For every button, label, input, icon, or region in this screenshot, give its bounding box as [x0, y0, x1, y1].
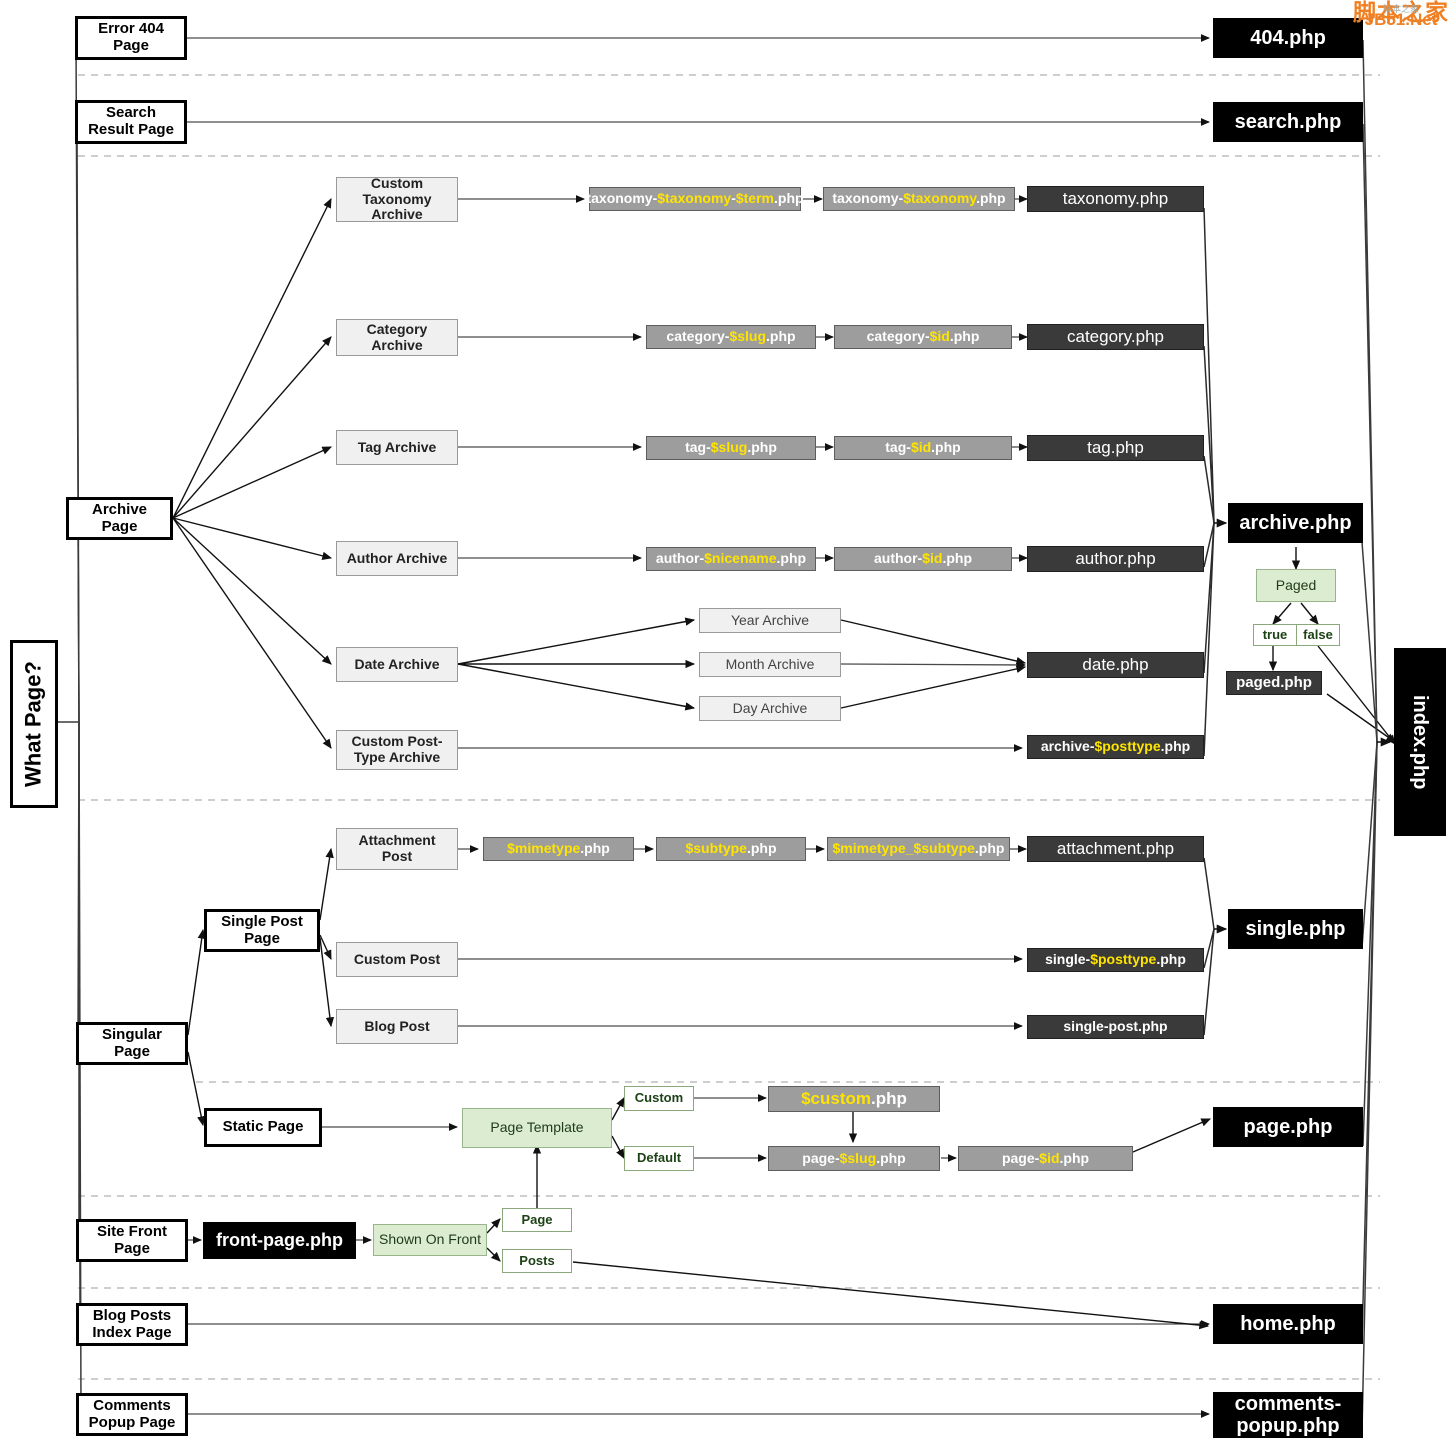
template-front-page-php[interactable]: front-page.php — [203, 1222, 356, 1259]
template-custom-php[interactable]: $custom.php — [768, 1086, 940, 1112]
question-static-page[interactable]: Static Page — [204, 1108, 322, 1147]
chip-text: $custom.php — [801, 1089, 907, 1109]
template-tag-php[interactable]: tag.php — [1027, 435, 1204, 461]
watermark-cn: 脚本之家 — [1353, 0, 1449, 26]
chip-text: taxonomy-$taxonomy-$term.php — [586, 190, 804, 207]
subtype-custom-post-type-archive[interactable]: Custom Post- Type Archive — [336, 730, 458, 770]
chip-text: category-$slug.php — [666, 328, 796, 345]
chip-text: page-$id.php — [1001, 1149, 1090, 1166]
condition-page-template[interactable]: Page Template — [462, 1108, 612, 1148]
template-subtype-php[interactable]: $subtype.php — [656, 837, 806, 861]
subtype-blog-post[interactable]: Blog Post — [336, 1009, 458, 1044]
subtype-tag-archive[interactable]: Tag Archive — [336, 430, 458, 465]
subtype-custom-taxonomy-archive[interactable]: Custom Taxonomy Archive — [336, 175, 458, 222]
chip-text: author-$id.php — [874, 550, 972, 567]
template-category-id-php[interactable]: category-$id.php — [834, 325, 1012, 349]
condition-shown-on-front[interactable]: Shown On Front — [373, 1224, 487, 1256]
option-page-template-custom[interactable]: Custom — [624, 1086, 694, 1111]
chip-text: archive-$posttype.php — [1040, 738, 1191, 755]
wp-template-hierarchy-diagram: What Page? Error 404 Page Search Result … — [0, 0, 1453, 1443]
question-comments-popup-page[interactable]: Comments Popup Page — [76, 1393, 188, 1436]
chip-text: $mimetype_$subtype.php — [832, 840, 1005, 857]
condition-paged[interactable]: Paged — [1256, 569, 1336, 602]
question-error-404-page[interactable]: Error 404 Page — [75, 16, 187, 60]
final-archive-php[interactable]: archive.php — [1228, 503, 1363, 543]
chip-text: $subtype.php — [685, 840, 777, 857]
template-category-slug-php[interactable]: category-$slug.php — [646, 325, 816, 349]
chip-text: taxonomy-$taxonomy.php — [832, 190, 1006, 207]
template-taxonomy-taxonomy-php[interactable]: taxonomy-$taxonomy.php — [823, 187, 1015, 211]
question-blog-posts-index-page[interactable]: Blog Posts Index Page — [76, 1303, 188, 1346]
chip-text: single-$posttype.php — [1045, 951, 1186, 968]
option-page-template-default[interactable]: Default — [624, 1146, 694, 1171]
final-index-php[interactable]: index.php — [1394, 648, 1446, 836]
template-author-php[interactable]: author.php — [1027, 546, 1204, 572]
template-mimetype-subtype-php[interactable]: $mimetype_$subtype.php — [827, 837, 1010, 861]
final-home-php[interactable]: home.php — [1213, 1304, 1363, 1344]
template-author-id-php[interactable]: author-$id.php — [834, 547, 1012, 571]
chip-text: tag-$slug.php — [685, 439, 777, 456]
watermark-tiny: 脚本之家 — [1382, 4, 1419, 14]
final-page-php[interactable]: page.php — [1213, 1107, 1363, 1147]
subtype-date-archive[interactable]: Date Archive — [336, 647, 458, 682]
template-archive-posttype-php[interactable]: archive-$posttype.php — [1027, 735, 1204, 759]
template-mimetype-php[interactable]: $mimetype.php — [483, 837, 634, 861]
subtype-month-archive[interactable]: Month Archive — [699, 652, 841, 677]
final-single-php[interactable]: single.php — [1228, 909, 1363, 949]
template-single-posttype-php[interactable]: single-$posttype.php — [1027, 948, 1204, 972]
question-search-result-page[interactable]: Search Result Page — [75, 100, 187, 144]
subtype-author-archive[interactable]: Author Archive — [336, 541, 458, 576]
subtype-category-archive[interactable]: Category Archive — [336, 319, 458, 356]
question-archive-page[interactable]: Archive Page — [66, 497, 173, 540]
subtype-year-archive[interactable]: Year Archive — [699, 608, 841, 633]
option-paged-true[interactable]: true — [1253, 624, 1297, 646]
subtype-attachment-post[interactable]: Attachment Post — [336, 828, 458, 870]
template-taxonomy-taxonomy-term-php[interactable]: taxonomy-$taxonomy-$term.php — [586, 187, 804, 211]
question-singular-page[interactable]: Singular Page — [76, 1022, 188, 1065]
template-single-post-php[interactable]: single-post.php — [1027, 1015, 1204, 1039]
subtype-custom-post[interactable]: Custom Post — [336, 942, 458, 977]
final-search-php[interactable]: search.php — [1213, 102, 1363, 142]
template-date-php[interactable]: date.php — [1027, 652, 1204, 678]
question-single-post-page[interactable]: Single Post Page — [204, 909, 320, 952]
watermark-en: JB51.Net — [1364, 10, 1438, 29]
template-taxonomy-php[interactable]: taxonomy.php — [1027, 186, 1204, 212]
template-page-id-php[interactable]: page-$id.php — [958, 1146, 1133, 1171]
watermark: 脚本之家 脚本之家 JB51.Net — [1353, 0, 1449, 29]
option-shown-on-front-page[interactable]: Page — [502, 1208, 572, 1232]
final-comments-popup-php[interactable]: comments- popup.php — [1213, 1392, 1363, 1438]
root-question-what-page: What Page? — [10, 640, 58, 808]
template-tag-slug-php[interactable]: tag-$slug.php — [646, 436, 816, 460]
chip-text: tag-$id.php — [885, 439, 961, 456]
chip-text: page-$slug.php — [802, 1149, 906, 1166]
template-page-slug-php[interactable]: page-$slug.php — [768, 1146, 940, 1171]
chip-text: category-$id.php — [866, 328, 980, 345]
option-shown-on-front-posts[interactable]: Posts — [502, 1249, 572, 1273]
template-author-nicename-php[interactable]: author-$nicename.php — [646, 547, 816, 571]
template-attachment-php[interactable]: attachment.php — [1027, 836, 1204, 862]
option-paged-false[interactable]: false — [1296, 624, 1340, 646]
template-paged-php[interactable]: paged.php — [1226, 671, 1322, 695]
final-404-php[interactable]: 404.php — [1213, 18, 1363, 58]
template-category-php[interactable]: category.php — [1027, 324, 1204, 350]
question-site-front-page[interactable]: Site Front Page — [76, 1219, 188, 1262]
chip-text: author-$nicename.php — [655, 550, 807, 567]
template-tag-id-php[interactable]: tag-$id.php — [834, 436, 1012, 460]
subtype-day-archive[interactable]: Day Archive — [699, 696, 841, 721]
chip-text: $mimetype.php — [507, 840, 610, 857]
